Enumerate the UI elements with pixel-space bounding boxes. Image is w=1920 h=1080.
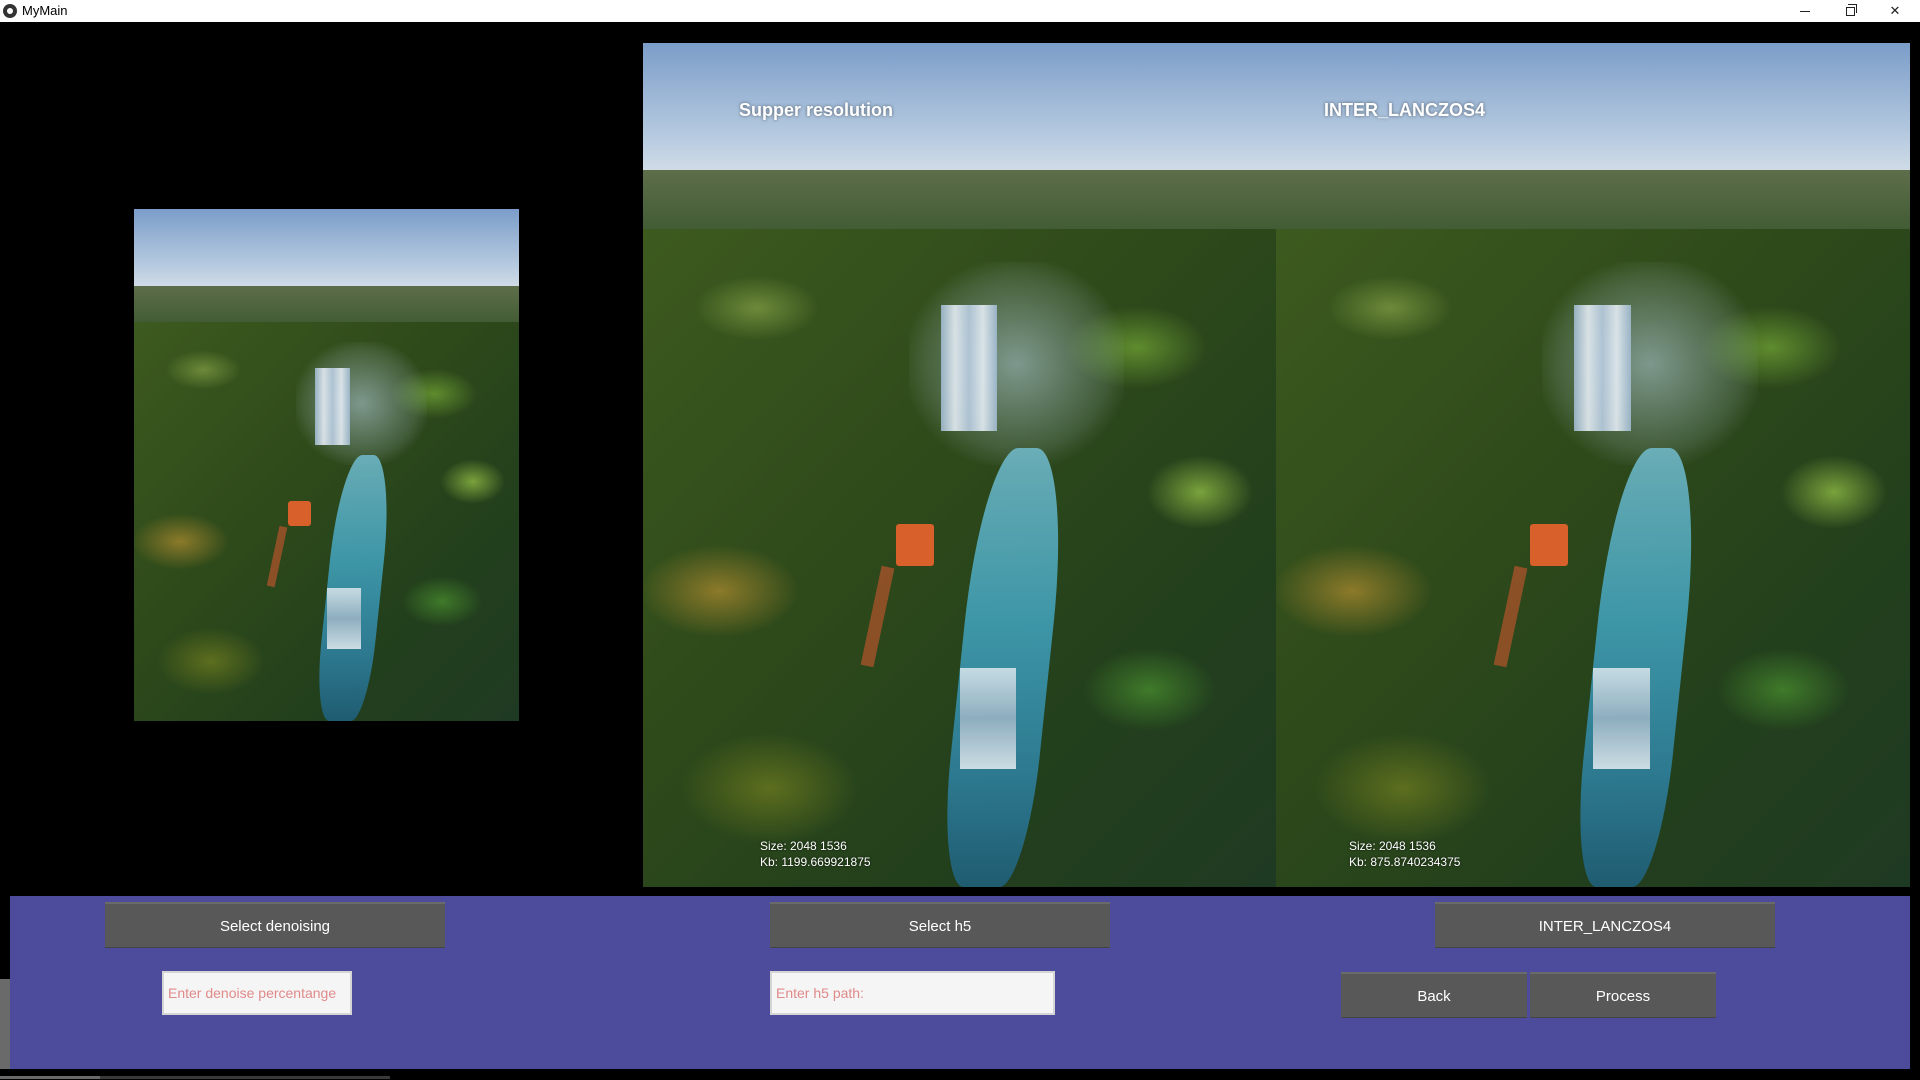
- lanczos-size: Size: 2048 1536: [1349, 839, 1436, 853]
- denoise-percentage-input[interactable]: [162, 971, 352, 1015]
- app-icon: [3, 4, 17, 18]
- restore-icon: [1845, 3, 1857, 16]
- select-h5-button[interactable]: Select h5: [770, 902, 1110, 948]
- close-button[interactable]: ✕: [1872, 0, 1918, 22]
- restore-button[interactable]: [1827, 0, 1873, 22]
- select-denoising-button[interactable]: Select denoising: [105, 902, 445, 948]
- title-bar: MyMain ✕: [0, 0, 1920, 22]
- original-image: [134, 209, 519, 721]
- minimize-button[interactable]: [1782, 0, 1828, 22]
- left-edge-stub: [0, 979, 10, 1080]
- lanczos-label: INTER_LANCZOS4: [1324, 100, 1486, 120]
- scroll-track: [100, 1076, 390, 1079]
- superres-size: Size: 2048 1536: [760, 839, 847, 853]
- interpolation-select-button[interactable]: INTER_LANCZOS4: [1435, 902, 1775, 948]
- scroll-indicator: [0, 1076, 100, 1079]
- close-icon: ✕: [1889, 3, 1901, 18]
- h5-path-input[interactable]: [770, 971, 1055, 1015]
- lanczos-kb: Kb: 875.8740234375: [1349, 855, 1461, 869]
- window-title: MyMain: [22, 3, 68, 18]
- process-button[interactable]: Process: [1530, 972, 1716, 1018]
- lanczos-image: [1276, 43, 1910, 887]
- superres-image: [643, 43, 1276, 887]
- superres-label: Supper resolution: [739, 100, 894, 120]
- superres-kb: Kb: 1199.669921875: [760, 855, 871, 869]
- back-button[interactable]: Back: [1341, 972, 1527, 1018]
- minimize-icon: [1800, 10, 1810, 12]
